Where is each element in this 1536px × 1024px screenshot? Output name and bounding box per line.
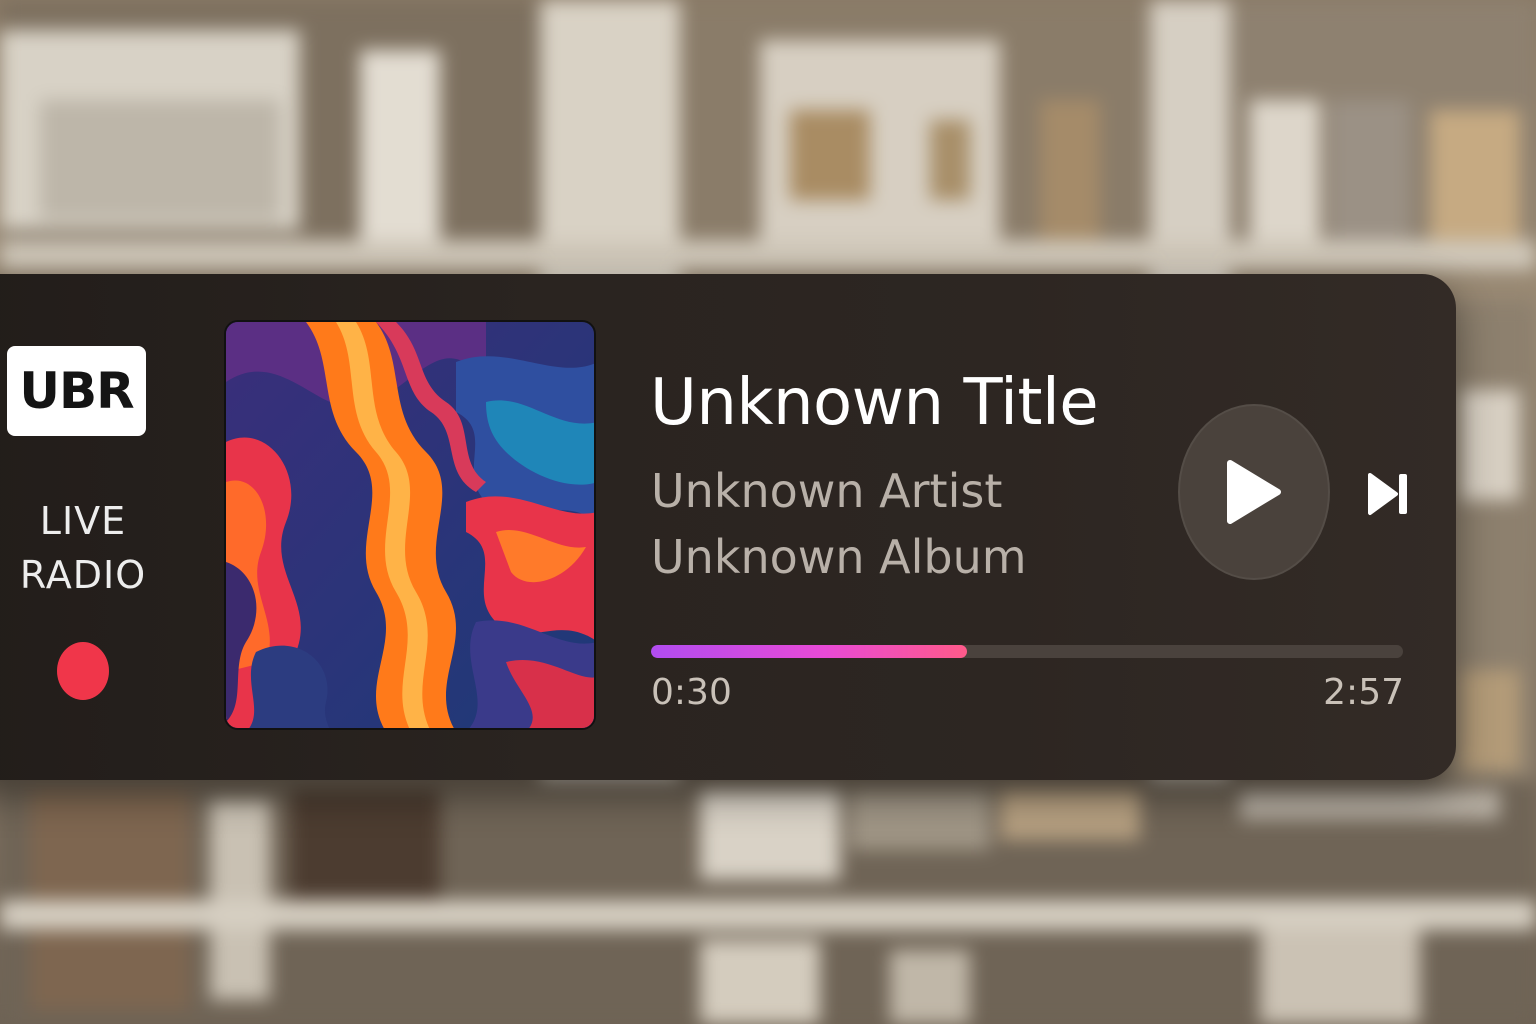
total-time: 2:57 — [1323, 672, 1404, 713]
station-logo-text: UBR — [19, 362, 134, 420]
album-artwork — [224, 320, 596, 730]
player-screen: UBR LIVE RADIO Unknown Title Unknown Art… — [0, 0, 1536, 1024]
progress-bar[interactable] — [651, 645, 1403, 658]
track-artist: Unknown Artist — [651, 464, 1003, 518]
elapsed-time: 0:30 — [651, 672, 732, 713]
live-radio-label: LIVE RADIO — [0, 494, 166, 602]
live-indicator-dot — [57, 642, 109, 700]
play-icon — [1227, 460, 1281, 524]
live-label-line1: LIVE — [39, 499, 127, 543]
track-title: Unknown Title — [650, 366, 1099, 440]
station-logo: UBR — [7, 346, 146, 436]
progress-fill — [651, 645, 967, 658]
abstract-swirl-artwork — [226, 322, 594, 728]
skip-next-button[interactable] — [1364, 468, 1412, 520]
play-button[interactable] — [1178, 404, 1330, 580]
track-album: Unknown Album — [651, 530, 1027, 584]
live-label-line2: RADIO — [19, 553, 147, 597]
skip-next-icon — [1368, 473, 1407, 515]
